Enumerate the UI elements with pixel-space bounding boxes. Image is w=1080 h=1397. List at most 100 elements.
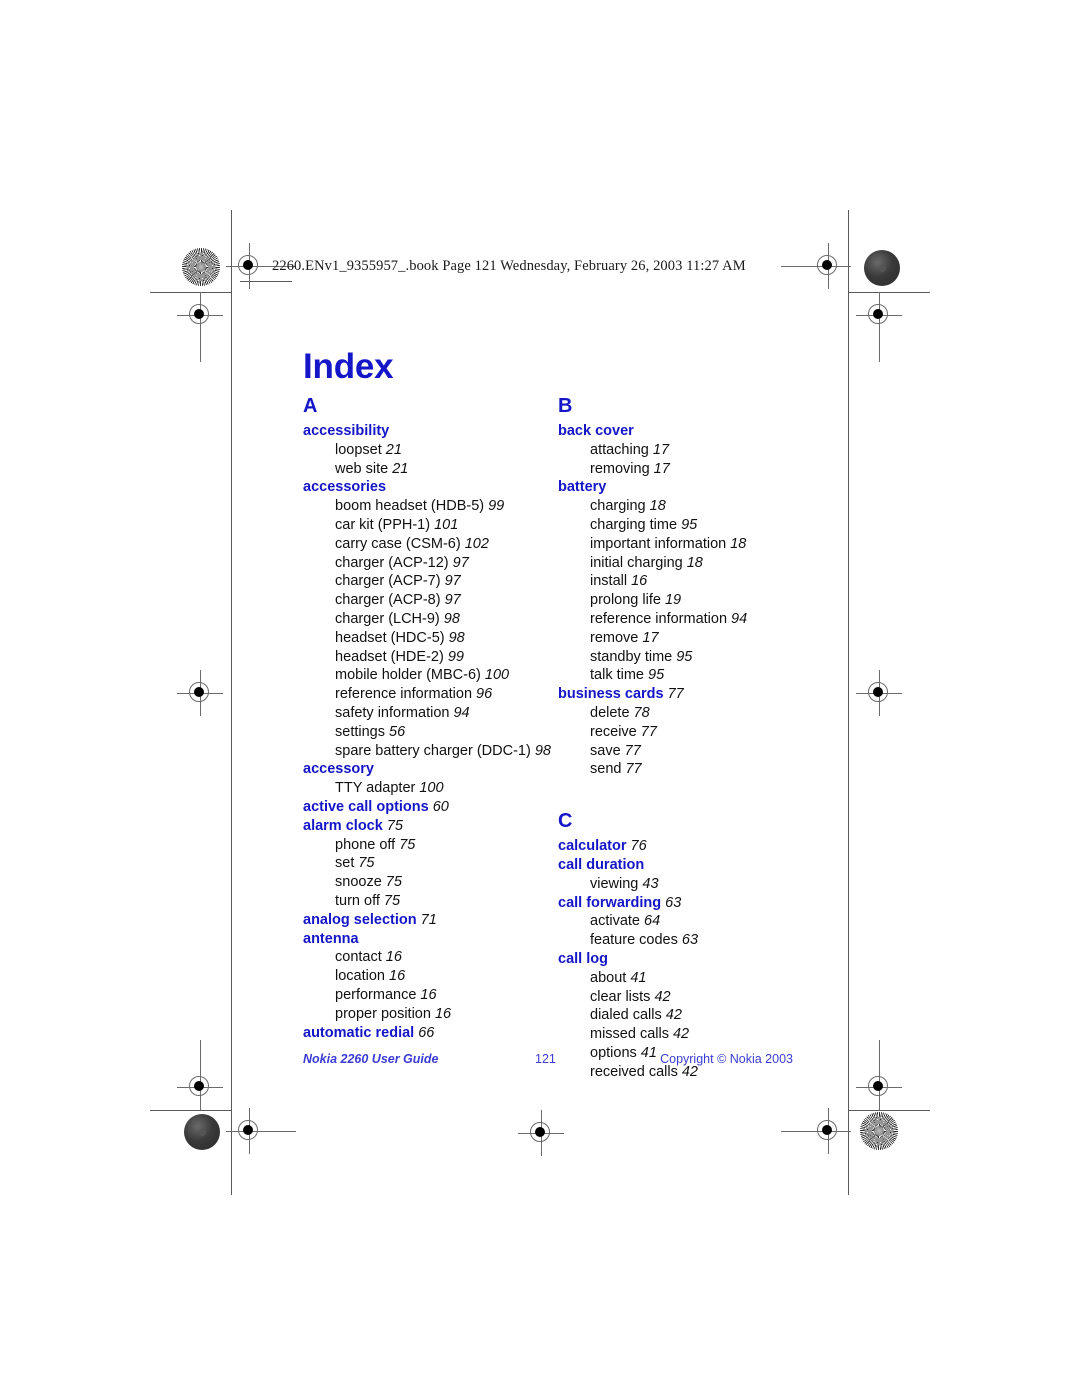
index-entry-term: accessory bbox=[303, 761, 374, 778]
index-subentry-page: 42 bbox=[668, 1026, 690, 1043]
index-letter-heading: B bbox=[558, 395, 573, 417]
index-entry[interactable]: accessory bbox=[303, 760, 555, 779]
index-subentry[interactable]: reference information 94 bbox=[558, 610, 810, 629]
index-subentry[interactable]: performance 16 bbox=[303, 986, 555, 1005]
index-subentry[interactable]: save 77 bbox=[558, 742, 810, 761]
index-entry[interactable]: call forwarding 63 bbox=[558, 894, 810, 913]
index-subentry[interactable]: turn off 75 bbox=[303, 892, 555, 911]
index-letter-heading: C bbox=[558, 810, 573, 833]
index-subentry[interactable]: talk time 95 bbox=[558, 666, 810, 685]
index-subentry-page: 97 bbox=[448, 554, 469, 571]
index-subentry-page: 78 bbox=[629, 704, 650, 721]
index-entry[interactable]: antenna bbox=[303, 930, 555, 949]
index-subentry[interactable]: phone off 75 bbox=[303, 836, 555, 855]
index-subentry[interactable]: headset (HDC-5) 98 bbox=[303, 629, 555, 648]
index-subentry-page: 77 bbox=[620, 742, 641, 759]
index-subentry[interactable]: delete 78 bbox=[558, 704, 810, 723]
index-subentry-page: 95 bbox=[677, 516, 698, 533]
index-subentry-page: 56 bbox=[384, 723, 406, 740]
index-entry[interactable]: calculator 76 bbox=[558, 837, 810, 856]
index-entry[interactable]: automatic redial 66 bbox=[303, 1024, 555, 1043]
index-subentry[interactable]: charger (ACP-8) 97 bbox=[303, 591, 555, 610]
index-entry[interactable]: accessories bbox=[303, 478, 555, 497]
index-subentry[interactable]: mobile holder (MBC-6) 100 bbox=[303, 666, 555, 685]
index-entry[interactable]: active call options 60 bbox=[303, 798, 555, 817]
index-subentry[interactable]: location 16 bbox=[303, 967, 555, 986]
index-entry-term: business cards bbox=[558, 686, 664, 703]
index-subentry[interactable]: send 77 bbox=[558, 760, 810, 779]
index-subentry-text: mobile holder (MBC-6) bbox=[335, 667, 481, 684]
index-subentry[interactable]: prolong life 19 bbox=[558, 591, 810, 610]
index-entry[interactable]: business cards 77 bbox=[558, 685, 810, 704]
index-entry[interactable]: call duration bbox=[558, 856, 810, 875]
index-subentry[interactable]: standby time 95 bbox=[558, 648, 810, 667]
registration-mark-lower-left bbox=[177, 1040, 223, 1110]
index-subentry[interactable]: charger (ACP-7) 97 bbox=[303, 572, 555, 591]
index-entry[interactable]: back cover bbox=[558, 422, 810, 441]
index-subentry-text: charger (ACP-8) bbox=[335, 592, 441, 609]
index-entry-term: active call options bbox=[303, 798, 429, 815]
index-subentry[interactable]: snooze 75 bbox=[303, 873, 555, 892]
index-subentry[interactable]: removing 17 bbox=[558, 460, 810, 479]
index-subentry[interactable]: spare battery charger (DDC-1) 98 bbox=[303, 742, 555, 761]
index-subentry[interactable]: headset (HDE-2) 99 bbox=[303, 648, 555, 667]
index-subentry[interactable]: initial charging 18 bbox=[558, 554, 810, 573]
index-subentry-text: about bbox=[590, 969, 627, 986]
index-subentry-text: activate bbox=[590, 913, 640, 930]
index-subentry-text: removing bbox=[590, 460, 650, 477]
index-subentry-text: proper position bbox=[335, 1005, 431, 1022]
index-subentry[interactable]: charging time 95 bbox=[558, 516, 810, 535]
index-entry[interactable]: battery bbox=[558, 478, 810, 497]
index-subentry-text: receive bbox=[590, 723, 637, 740]
index-subentry-text: install bbox=[590, 573, 628, 590]
index-subentry[interactable]: charger (ACP-12) 97 bbox=[303, 554, 555, 573]
index-subentry[interactable]: settings 56 bbox=[303, 723, 555, 742]
index-subentry-page: 75 bbox=[379, 892, 401, 909]
index-subentry[interactable]: charger (LCH-9) 98 bbox=[303, 610, 555, 629]
index-subentry[interactable]: clear lists 42 bbox=[558, 988, 810, 1007]
index-entry-term: automatic redial bbox=[303, 1024, 415, 1041]
index-subentry[interactable]: important information 18 bbox=[558, 535, 810, 554]
index-subentry[interactable]: reference information 96 bbox=[303, 685, 555, 704]
solid-target-top-right bbox=[864, 250, 900, 286]
registration-mark-bottom-inner-left bbox=[226, 1108, 296, 1154]
index-subentry[interactable]: receive 77 bbox=[558, 723, 810, 742]
index-subentry[interactable]: safety information 94 bbox=[303, 704, 555, 723]
index-subentry[interactable]: missed calls 42 bbox=[558, 1025, 810, 1044]
index-subentry[interactable]: viewing 43 bbox=[558, 875, 810, 894]
index-subentry-page: 17 bbox=[648, 441, 670, 458]
index-subentry[interactable]: feature codes 63 bbox=[558, 931, 810, 950]
index-entry-page: 77 bbox=[663, 686, 684, 703]
index-subentry-page: 75 bbox=[381, 874, 402, 891]
index-subentry[interactable]: loopset 21 bbox=[303, 441, 555, 460]
index-entry[interactable]: alarm clock 75 bbox=[303, 817, 555, 836]
index-subentry[interactable]: car kit (PPH-1) 101 bbox=[303, 516, 555, 535]
index-subentry-text: spare battery charger (DDC-1) bbox=[335, 742, 531, 759]
index-subentry[interactable]: dialed calls 42 bbox=[558, 1006, 810, 1025]
index-entry[interactable]: analog selection 71 bbox=[303, 911, 555, 930]
trim-line-left-vertical bbox=[231, 210, 232, 1195]
index-subentry[interactable]: contact 16 bbox=[303, 948, 555, 967]
index-subentry[interactable]: carry case (CSM-6) 102 bbox=[303, 535, 555, 554]
index-subentry[interactable]: install 16 bbox=[558, 572, 810, 591]
index-subentry-page: 16 bbox=[627, 573, 648, 590]
index-subentry[interactable]: activate 64 bbox=[558, 912, 810, 931]
index-entry-term: accessories bbox=[303, 479, 387, 496]
index-subentry[interactable]: about 41 bbox=[558, 969, 810, 988]
index-subentry[interactable]: remove 17 bbox=[558, 629, 810, 648]
index-subentry-page: 102 bbox=[460, 535, 489, 552]
index-subentry-page: 18 bbox=[726, 535, 747, 552]
index-subentry[interactable]: set 75 bbox=[303, 854, 555, 873]
burst-target-top-left bbox=[182, 248, 220, 286]
index-entry[interactable]: accessibility bbox=[303, 422, 555, 441]
index-subentry[interactable]: charging 18 bbox=[558, 497, 810, 516]
index-subentry-page: 64 bbox=[639, 913, 661, 930]
index-subentry[interactable]: TTY adapter 100 bbox=[303, 779, 555, 798]
index-subentry[interactable]: boom headset (HDB-5) 99 bbox=[303, 497, 555, 516]
index-subentry[interactable]: web site 21 bbox=[303, 460, 555, 479]
index-subentry[interactable]: attaching 17 bbox=[558, 441, 810, 460]
index-entry[interactable]: call log bbox=[558, 950, 810, 969]
index-entry-page: 71 bbox=[416, 911, 437, 928]
index-subentry[interactable]: proper position 16 bbox=[303, 1005, 555, 1024]
trim-line-bottom-right bbox=[848, 1110, 930, 1111]
